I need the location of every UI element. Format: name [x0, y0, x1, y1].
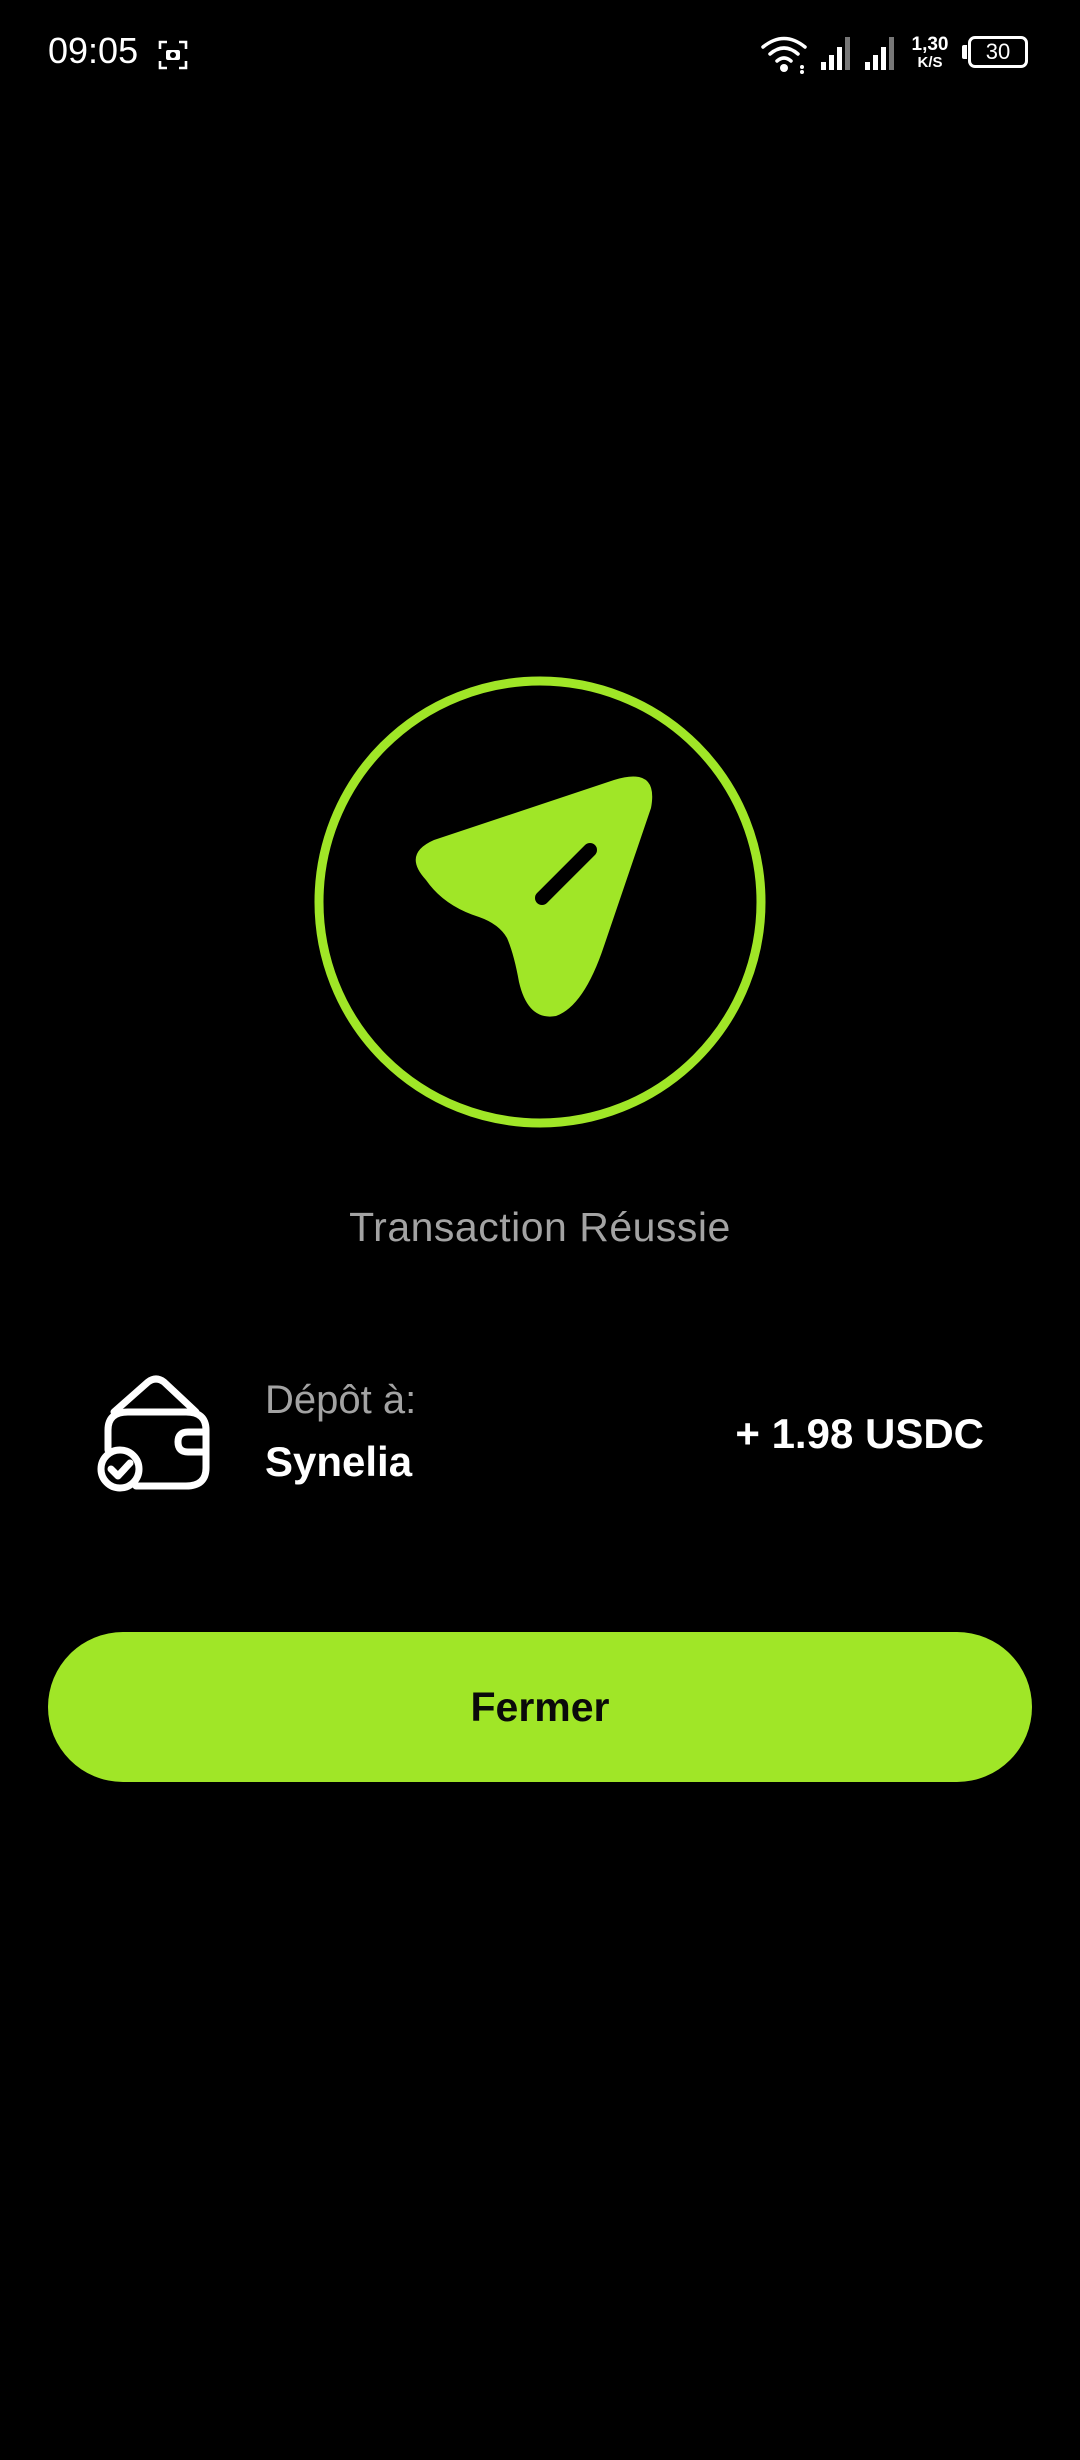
signal-icon [821, 37, 850, 70]
network-speed-value: 1,30 [911, 34, 949, 55]
deposit-label: Dépôt à: [265, 1378, 417, 1422]
status-bar: 09:05 1,30 K/S 30 [0, 0, 1080, 110]
deposit-amount: + 1.98 USDC [735, 1410, 984, 1457]
wallet-check-icon [97, 1375, 210, 1492]
battery-cap [962, 45, 967, 59]
wifi-icon [761, 36, 807, 74]
signal-icon [865, 37, 894, 70]
deposit-recipient: Synelia [265, 1438, 413, 1485]
send-icon [314, 676, 766, 1128]
battery-icon: 30 [968, 36, 1028, 68]
close-button[interactable]: Fermer [48, 1632, 1032, 1782]
status-time: 09:05 [48, 30, 139, 71]
transaction-status-title: Transaction Réussie [349, 1204, 731, 1250]
screenshot-icon [158, 40, 188, 70]
network-speed: 1,30 K/S [908, 34, 952, 72]
network-speed-unit: K/S [917, 54, 943, 71]
battery-level: 30 [985, 39, 1011, 64]
